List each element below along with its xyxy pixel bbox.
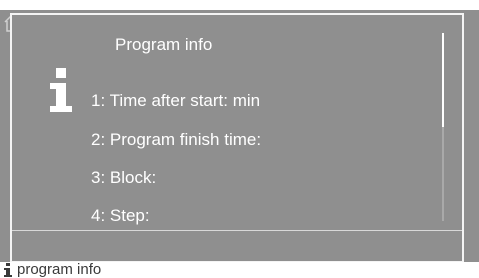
list-item-program-finish-time[interactable]: 2: Program finish time: — [91, 130, 261, 150]
info-icon — [50, 68, 72, 112]
program-info-dialog: Program info 1: Time after start: min 2:… — [10, 13, 464, 263]
dialog-divider — [12, 230, 462, 231]
list-item-block[interactable]: 3: Block: — [91, 168, 156, 188]
list-item-step[interactable]: 4: Step: — [91, 206, 150, 226]
info-icon — [4, 263, 12, 277]
top-strip — [0, 0, 479, 10]
footer-bar: program info — [0, 262, 479, 278]
scrollbar-thumb[interactable] — [442, 33, 444, 127]
screen: Program info 1: Time after start: min 2:… — [0, 0, 479, 278]
dialog-title: Program info — [115, 35, 213, 54]
footer-label: program info — [17, 261, 102, 278]
list-item-time-after-start[interactable]: 1: Time after start: min — [91, 91, 260, 111]
